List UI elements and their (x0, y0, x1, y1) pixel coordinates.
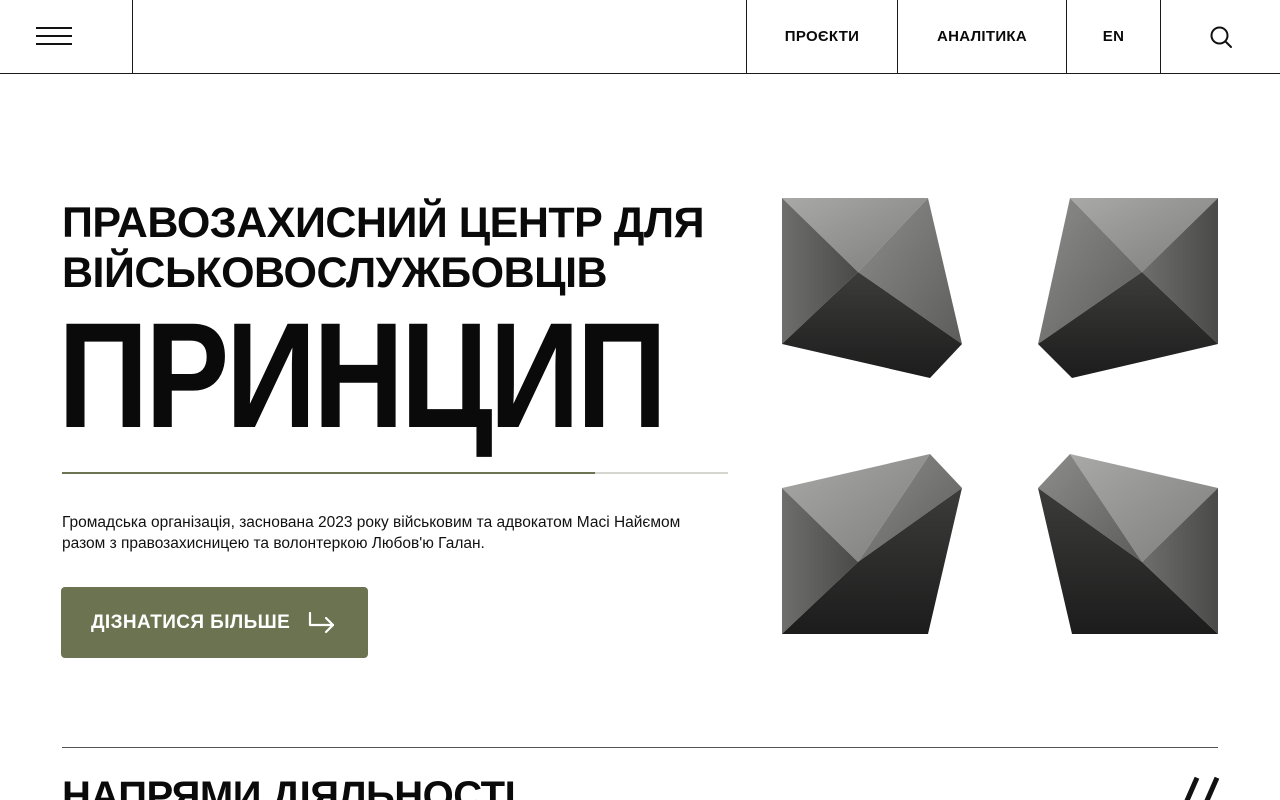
hero-description: Громадська організація, заснована 2023 р… (62, 514, 681, 552)
search-icon (1210, 26, 1232, 48)
pyramid-top-left (782, 198, 962, 378)
hero-title: ПРИНЦИП (58, 291, 667, 459)
learn-more-label: ДІЗНАТИСЯ БІЛЬШЕ (91, 611, 291, 633)
nav-projects-link[interactable]: ПРОЄКТИ (746, 0, 897, 73)
arrow-right-icon (306, 611, 336, 635)
hero-subtitle: ПРАВОЗАХИСНИЙ ЦЕНТР ДЛЯ ВІЙСЬКОВОСЛУЖБОВ… (62, 199, 704, 297)
hero-progress-divider (62, 472, 728, 474)
search-button[interactable] (1160, 0, 1280, 73)
site-header: ПРОЄКТИ АНАЛІТИКА EN (0, 0, 1280, 74)
menu-button[interactable] (0, 0, 133, 73)
hamburger-menu-icon (36, 26, 72, 47)
hero-illustration (780, 196, 1220, 636)
section-title: НАПРЯМИ ДІЯЛЬНОСТІ (62, 774, 516, 800)
section-divider (62, 747, 1218, 748)
pyramid-bottom-right (1038, 454, 1218, 634)
pyramid-bottom-left (782, 454, 962, 634)
language-switch-link[interactable]: EN (1066, 0, 1160, 73)
hero-progress-fill (62, 472, 595, 474)
nav-analytics-link[interactable]: АНАЛІТИКА (897, 0, 1066, 73)
learn-more-button[interactable]: ДІЗНАТИСЯ БІЛЬШЕ (61, 587, 368, 658)
pyramid-top-right (1038, 198, 1218, 378)
slash-decoration-icon (1178, 772, 1222, 800)
